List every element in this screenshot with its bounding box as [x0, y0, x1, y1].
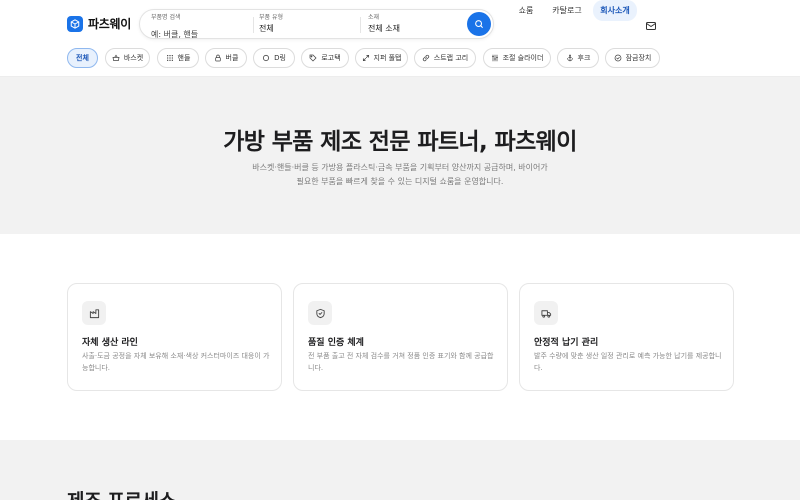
hero-section: 가방 부품 제조 전문 파트너, 파츠웨이 바스켓·핸들·버클 등 가방용 플라…: [0, 77, 800, 234]
slider-icon: [491, 54, 498, 62]
feature-desc: 전 부품 출고 전 자체 검수를 거쳐 정품 인증 표기와 함께 공급합니다.: [308, 352, 494, 372]
chip-lock[interactable]: 잠금장치: [605, 48, 660, 68]
divider: [253, 17, 254, 33]
nav-showroom[interactable]: 쇼룸: [510, 0, 542, 21]
chip-label: 조절 슬라이더: [502, 54, 544, 62]
hero-desc-line2: 필요한 부품을 빠르게 찾을 수 있는 디지털 쇼룸을 운영합니다.: [296, 177, 504, 186]
chip-label: 로고택: [321, 54, 341, 62]
chip-label: 핸들: [177, 54, 191, 62]
expand-icon: [362, 54, 369, 62]
feature-card-delivery: 안정적 납기 관리 발주 수량에 맞춘 생산 일정 관리로 예측 가능한 납기를…: [519, 283, 734, 391]
part-type-value: 전체: [259, 24, 274, 33]
material-select[interactable]: 소재 전체 소재: [368, 14, 463, 36]
section-title: 제조 프로세스: [67, 486, 176, 500]
feature-card-quality: 품질 인증 체계 전 부품 출고 전 자체 검수를 거쳐 정품 인증 표기와 함…: [293, 283, 508, 391]
chip-handle[interactable]: 핸들: [157, 48, 199, 68]
chip-label: 버클: [225, 54, 239, 62]
search-keyword-label: 부품명 검색: [151, 14, 181, 21]
nav-catalog[interactable]: 카탈로그: [548, 0, 586, 21]
chip-label: 바스켓: [123, 54, 144, 62]
search-keyword-field[interactable]: 부품명 검색: [151, 14, 251, 41]
header: 파츠웨이 부품명 검색 부품 유형 전체 소재 전체 소재 쇼룸 카탈로그 회사…: [0, 0, 800, 48]
feature-title: 안정적 납기 관리: [534, 338, 599, 348]
chip-label: 지퍼 풀탭: [373, 54, 402, 62]
search-bar: 부품명 검색 부품 유형 전체 소재 전체 소재: [139, 9, 494, 41]
nav-about[interactable]: 회사소개: [593, 0, 637, 21]
chip-label: 전체: [76, 54, 89, 62]
process-section: 제조 프로세스: [0, 440, 800, 500]
chip-hook[interactable]: 후크: [557, 48, 599, 68]
hero-title: 가방 부품 제조 전문 파트너, 파츠웨이: [223, 129, 577, 155]
basket-icon: [112, 54, 120, 62]
part-type-select[interactable]: 부품 유형 전체: [259, 14, 359, 36]
logo-text: 파츠웨이: [88, 17, 131, 31]
shield-check-icon: [614, 54, 621, 62]
chip-label: 잠금장치: [625, 54, 652, 62]
ring-icon: [263, 54, 270, 62]
lock-icon: [214, 54, 221, 62]
search-button[interactable]: [467, 12, 491, 36]
logo[interactable]: 파츠웨이: [67, 15, 131, 32]
cube-icon: [67, 15, 83, 32]
material-label: 소재: [368, 14, 380, 21]
feature-title: 품질 인증 체계: [308, 338, 364, 348]
chip-logotag[interactable]: 로고택: [301, 48, 349, 68]
part-type-label: 부품 유형: [259, 14, 283, 21]
chip-all[interactable]: 전체: [67, 48, 98, 68]
hero-desc-line1: 바스켓·핸들·버클 등 가방용 플라스틱·금속 부품을 기획부터 양산까지 공급…: [252, 163, 548, 172]
feature-card-production: 자체 생산 라인 사출·도금 공정을 자체 보유해 소재·색상 커스터마이즈 대…: [67, 283, 282, 391]
material-value: 전체 소재: [368, 24, 400, 33]
feature-title: 자체 생산 라인: [82, 338, 138, 348]
chip-label: D링: [274, 54, 286, 62]
feature-desc: 사출·도금 공정을 자체 보유해 소재·색상 커스터마이즈 대응이 가능합니다.: [82, 352, 270, 372]
search-input[interactable]: [151, 29, 241, 41]
factory-icon: [82, 301, 106, 325]
chip-slider[interactable]: 조절 슬라이더: [483, 48, 551, 68]
chip-label: 스트랩 고리: [433, 54, 469, 62]
chip-label: 후크: [577, 54, 591, 62]
chip-zipper-pull[interactable]: 지퍼 풀탭: [355, 48, 408, 68]
chip-buckle[interactable]: 버클: [205, 48, 247, 68]
grid-icon: [166, 55, 173, 61]
divider: [360, 17, 361, 33]
mail-icon[interactable]: [645, 17, 657, 36]
search-icon: [475, 20, 483, 28]
chip-dring[interactable]: D링: [253, 48, 295, 68]
chip-basket[interactable]: 바스켓: [105, 48, 150, 68]
shield-icon: [308, 301, 332, 325]
truck-icon: [534, 301, 558, 325]
chip-strap-ring[interactable]: 스트랩 고리: [414, 48, 476, 68]
feature-desc: 발주 수량에 맞춘 생산 일정 관리로 예측 가능한 납기를 제공합니다.: [534, 352, 722, 372]
link-icon: [422, 54, 429, 62]
hero-description: 바스켓·핸들·버클 등 가방용 플라스틱·금속 부품을 기획부터 양산까지 공급…: [200, 161, 600, 189]
anchor-icon: [566, 54, 573, 62]
tag-icon: [309, 54, 317, 62]
